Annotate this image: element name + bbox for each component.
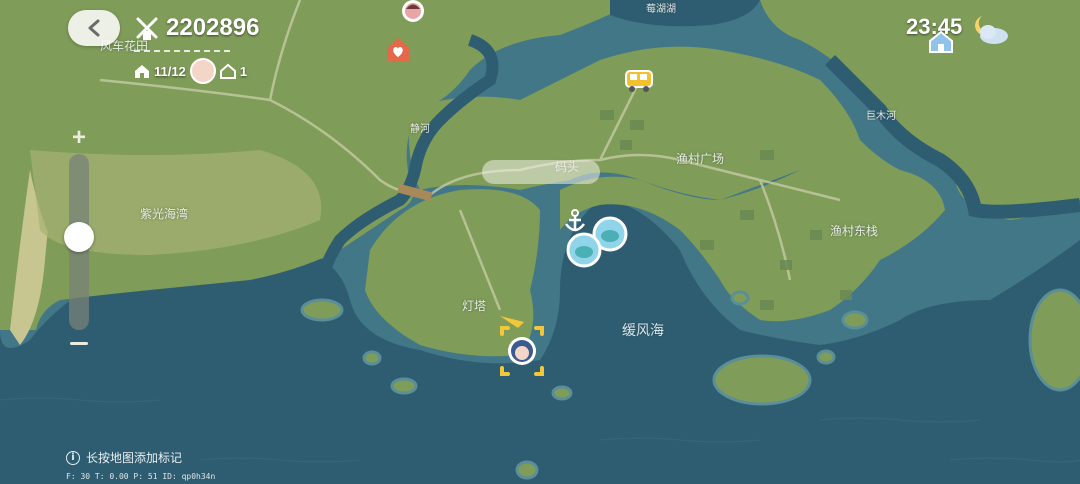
npc-avatar-icon[interactable]: [398, 0, 428, 26]
night-cloud-icon: [975, 16, 1008, 44]
bus-stop-icon[interactable]: [624, 68, 654, 94]
back-button[interactable]: [68, 10, 120, 46]
house-outline-icon: [219, 63, 236, 79]
map-hint-text: 长按地图添加标记: [86, 451, 183, 465]
header-divider: [134, 50, 230, 52]
label-lighthouse: 灯塔: [462, 299, 487, 313]
house-count: 1: [239, 63, 248, 79]
label-fishing-square: 渔村广场: [676, 152, 725, 166]
home-fraction: 11/12: [154, 63, 186, 79]
label-zi-guang-bay: 紫光海湾: [140, 207, 189, 221]
heart-house-icon[interactable]: [385, 36, 411, 64]
info-icon: i: [66, 450, 80, 465]
zoom-handle[interactable]: [64, 222, 94, 253]
player-location-icon: [500, 316, 544, 376]
label-jing-river: 静河: [410, 124, 430, 135]
fishing-spot-icon[interactable]: [564, 214, 634, 272]
zoom-out-icon[interactable]: [70, 342, 88, 345]
search-pill[interactable]: [482, 160, 600, 184]
home-marker-icon[interactable]: [928, 30, 954, 54]
back-arrow-icon: [88, 19, 100, 37]
home-status: 11/12 1: [134, 58, 247, 84]
debug-info: F: 30 T: 0.00 P: 51 ID: qp0h34n: [66, 472, 216, 481]
label-huan-feng-sea: 缓风海: [622, 323, 664, 339]
avatar[interactable]: [189, 58, 216, 84]
coin-counter: 2202896: [134, 14, 259, 42]
zoom-slider[interactable]: +: [64, 124, 94, 348]
windmill-icon: [136, 17, 158, 40]
zoom-in-icon[interactable]: +: [66, 124, 92, 152]
home-icon: [135, 65, 149, 78]
label-ju-mu-river: 巨木河: [866, 111, 896, 122]
label-fishing-east: 渔村东栈: [830, 224, 879, 238]
label-top-lake: 莓湖湖: [646, 4, 676, 15]
coin-value: 2202896: [166, 14, 260, 41]
map-hint: i 长按地图添加标记: [66, 449, 182, 466]
